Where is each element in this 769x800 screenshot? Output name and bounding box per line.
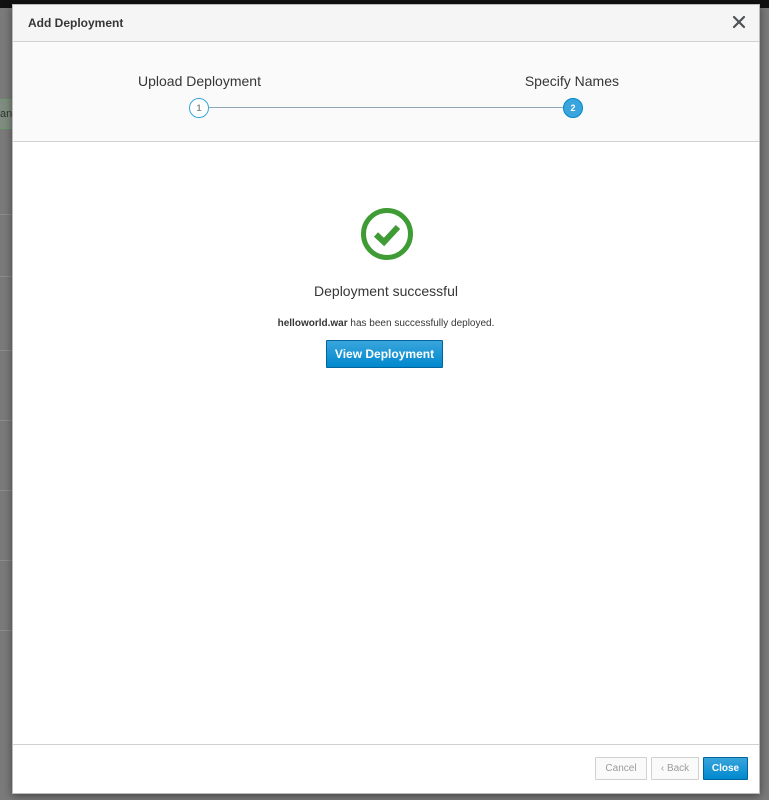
dialog-title: Add Deployment <box>28 16 124 30</box>
step-1-indicator[interactable]: 1 <box>189 98 209 118</box>
step-upload-label[interactable]: Upload Deployment <box>138 73 261 89</box>
close-button[interactable]: Close <box>703 757 748 780</box>
step-specify-names-label[interactable]: Specify Names <box>525 73 619 89</box>
check-circle-icon <box>360 207 414 261</box>
back-button-label: Back <box>666 763 690 774</box>
success-message-text: has been successfully deployed. <box>347 318 495 329</box>
step-2-indicator[interactable]: 2 <box>563 98 583 118</box>
view-deployment-button[interactable]: View Deployment <box>326 340 443 368</box>
cancel-button[interactable]: Cancel <box>595 757 647 780</box>
add-deployment-dialog: Add Deployment Upload Deployment Specify… <box>12 4 760 794</box>
wizard-steps: Upload Deployment Specify Names 1 2 <box>13 42 759 142</box>
success-title: Deployment successful <box>314 283 458 299</box>
close-icon[interactable] <box>731 12 747 32</box>
step-connector <box>209 107 573 108</box>
back-button[interactable]: ‹ Back <box>651 757 699 780</box>
dialog-header: Add Deployment <box>13 5 759 42</box>
deployment-filename: helloworld.war <box>277 318 348 329</box>
success-message: helloworld.war has been successfully dep… <box>13 318 759 329</box>
dialog-footer: Cancel ‹ Back Close <box>13 744 759 793</box>
